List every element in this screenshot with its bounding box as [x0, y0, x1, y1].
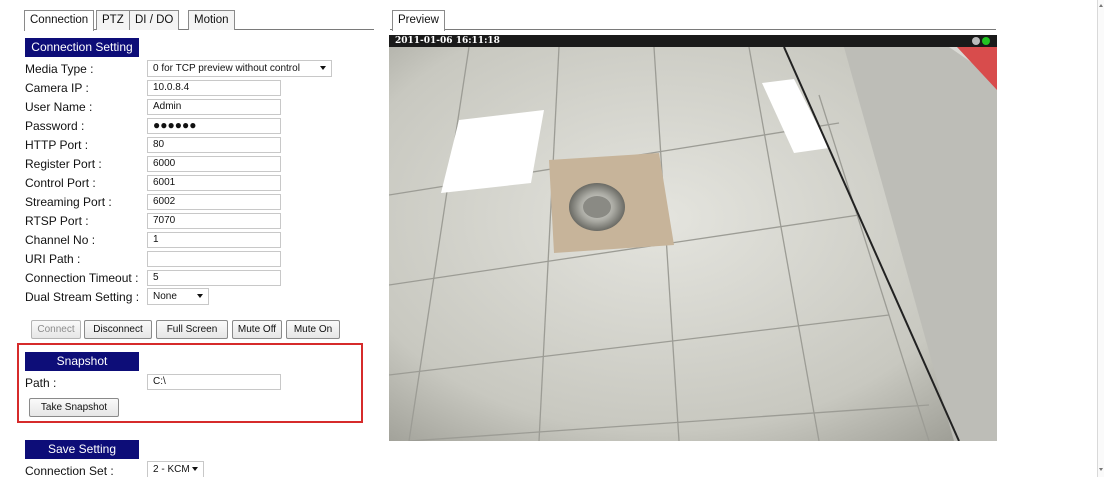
dual-stream-value: None	[153, 291, 177, 302]
video-timestamp: 2011-01-06 16:11:18	[395, 36, 500, 46]
settings-tab-strip: Connection PTZ DI / DO Motion	[24, 8, 374, 31]
take-snapshot-button[interactable]: Take Snapshot	[29, 398, 119, 417]
chevron-down-icon	[192, 467, 198, 471]
control-port-label: Control Port :	[25, 176, 96, 190]
connection-setting-header: Connection Setting	[25, 38, 139, 57]
rtsp-port-label: RTSP Port :	[25, 214, 89, 228]
preview-tab-strip: Preview	[390, 8, 996, 31]
register-port-label: Register Port :	[25, 157, 102, 171]
media-type-value: 0 for TCP preview without control	[153, 63, 300, 74]
snapshot-path-input[interactable]: C:\	[147, 374, 281, 390]
streaming-port-input[interactable]: 6002	[147, 194, 281, 210]
vertical-scrollbar[interactable]	[1097, 0, 1104, 477]
rtsp-port-input[interactable]: 7070	[147, 213, 281, 229]
disconnect-button[interactable]: Disconnect	[84, 320, 152, 339]
video-preview[interactable]: 2011-01-06 16:11:18	[389, 35, 997, 441]
chevron-down-icon	[320, 66, 326, 70]
scroll-down-icon[interactable]	[1099, 468, 1103, 471]
connection-set-label: Connection Set :	[25, 464, 114, 477]
password-label: Password :	[25, 119, 85, 133]
dual-stream-label: Dual Stream Setting :	[25, 290, 140, 304]
save-setting-header: Save Setting	[25, 440, 139, 459]
status-dot-green-icon	[982, 37, 990, 45]
connection-timeout-input[interactable]: 5	[147, 270, 281, 286]
scroll-up-icon[interactable]	[1099, 4, 1103, 7]
media-type-label: Media Type :	[25, 62, 94, 76]
camera-ip-label: Camera IP :	[25, 81, 89, 95]
connection-set-select[interactable]: 2 - KCM	[147, 461, 204, 477]
snapshot-path-label: Path :	[25, 376, 57, 390]
streaming-port-label: Streaming Port :	[25, 195, 112, 209]
full-screen-button[interactable]: Full Screen	[156, 320, 228, 339]
password-input[interactable]: ●●●●●●	[147, 118, 281, 134]
uri-path-label: URI Path :	[25, 252, 81, 266]
connection-set-value: 2 - KCM	[153, 464, 190, 475]
user-name-input[interactable]: Admin	[147, 99, 281, 115]
register-port-input[interactable]: 6000	[147, 156, 281, 172]
channel-no-input[interactable]: 1	[147, 232, 281, 248]
http-port-label: HTTP Port :	[25, 138, 89, 152]
connection-timeout-label: Connection Timeout :	[25, 271, 139, 285]
tab-ptz[interactable]: PTZ	[96, 10, 130, 30]
snapshot-header: Snapshot	[25, 352, 139, 371]
tab-di-do[interactable]: DI / DO	[129, 10, 180, 30]
camera-feed-image	[389, 35, 997, 441]
dual-stream-select[interactable]: None	[147, 288, 209, 305]
camera-ip-input[interactable]: 10.0.8.4	[147, 80, 281, 96]
video-status-bar: 2011-01-06 16:11:18	[389, 35, 997, 47]
mute-on-button[interactable]: Mute On	[286, 320, 340, 339]
tab-motion[interactable]: Motion	[188, 10, 235, 30]
control-port-input[interactable]: 6001	[147, 175, 281, 191]
http-port-input[interactable]: 80	[147, 137, 281, 153]
tab-preview[interactable]: Preview	[392, 10, 445, 31]
connect-button[interactable]: Connect	[31, 320, 81, 339]
channel-no-label: Channel No :	[25, 233, 96, 247]
uri-path-input[interactable]	[147, 251, 281, 267]
media-type-select[interactable]: 0 for TCP preview without control	[147, 60, 332, 77]
chevron-down-icon	[197, 294, 203, 298]
tab-connection[interactable]: Connection	[24, 10, 95, 31]
user-name-label: User Name :	[25, 100, 93, 114]
mute-off-button[interactable]: Mute Off	[232, 320, 282, 339]
status-dot-gray-icon	[972, 37, 980, 45]
